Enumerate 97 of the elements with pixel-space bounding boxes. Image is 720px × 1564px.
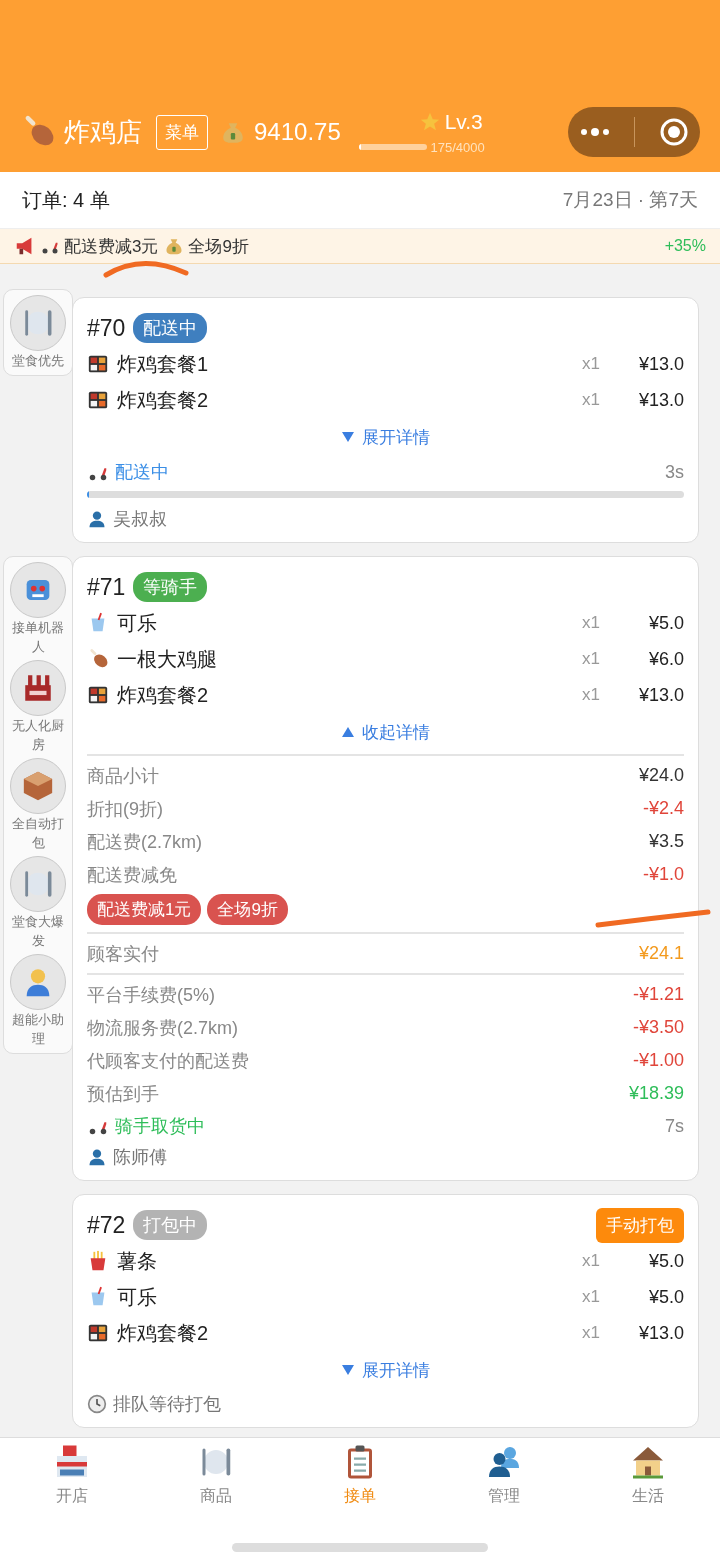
people-icon	[486, 1444, 522, 1480]
tool-button[interactable]: 超能小助理	[5, 952, 71, 1050]
order-number: #70	[87, 314, 126, 342]
item-price: ¥5.0	[647, 612, 684, 634]
fee-value: ¥18.39	[628, 1083, 684, 1104]
fee-value: -¥1.00	[632, 1050, 684, 1071]
bento-box-icon	[87, 1322, 109, 1344]
nav-tab[interactable]: 开店	[0, 1438, 144, 1520]
fee-label: 物流服务费(2.7km)	[87, 1016, 238, 1040]
promo-text: 配送费减3元	[64, 235, 159, 258]
item-quantity: x1	[581, 390, 600, 410]
fee-value: ¥3.5	[648, 831, 684, 852]
item-name: 炸鸡套餐2	[117, 682, 210, 708]
fee-label: 配送费(2.7km)	[87, 830, 202, 854]
more-icon[interactable]	[580, 127, 611, 137]
item-quantity: x1	[581, 1287, 600, 1307]
rider-name: 陈师傅	[113, 1146, 167, 1169]
tool-button[interactable]: 全自动打包	[5, 756, 71, 854]
shop-name: 炸鸡店	[64, 115, 142, 149]
item-quantity: x1	[581, 1251, 600, 1271]
rider-name: 吴叔叔	[113, 508, 167, 531]
caret-icon	[341, 1365, 354, 1375]
item-price: ¥5.0	[647, 1286, 684, 1308]
item-price: ¥13.0	[637, 1322, 684, 1344]
tool-button[interactable]: 堂食大爆发	[5, 854, 71, 952]
promo-text: 全场9折	[188, 235, 249, 258]
bento-box-icon	[87, 389, 109, 411]
item-name: 炸鸡套餐1	[117, 351, 210, 377]
money-amount: 9410.75	[254, 118, 341, 146]
item-name: 薯条	[117, 1248, 158, 1274]
bonus-rate: +35%	[664, 237, 706, 255]
fee-value: ¥24.0	[638, 765, 684, 786]
xp-count: 175/4000	[430, 139, 485, 155]
game-date: 7月23日 · 第7天	[562, 188, 698, 212]
item-quantity: x1	[581, 649, 600, 669]
fee-value: ¥24.1	[638, 943, 684, 964]
nav-tab[interactable]: 管理	[432, 1438, 576, 1520]
promo-tag: 全场9折	[207, 893, 288, 925]
fee-label: 预估到手	[87, 1082, 159, 1106]
fee-label: 平台手续费(5%)	[87, 983, 215, 1007]
person-icon	[87, 509, 107, 529]
fee-value: -¥1.21	[632, 984, 684, 1005]
fee-value: -¥1.0	[642, 864, 684, 885]
elapsed-time: 7s	[665, 1115, 684, 1137]
item-name: 炸鸡套餐2	[117, 1320, 210, 1346]
bento-box-icon	[87, 353, 109, 375]
nav-tab[interactable]: 接单	[288, 1438, 432, 1520]
order-number: #72	[87, 1211, 126, 1239]
status-badge: 打包中	[133, 1210, 208, 1240]
details-toggle[interactable]: 展开详情	[341, 418, 430, 456]
details-toggle[interactable]: 展开详情	[341, 1351, 430, 1389]
fee-label: 配送费减免	[87, 863, 177, 887]
fee-value: -¥2.4	[642, 798, 684, 819]
elapsed-time: 3s	[665, 461, 684, 483]
details-toggle[interactable]: 收起详情	[341, 713, 430, 751]
item-price: ¥13.0	[637, 353, 684, 375]
item-quantity: x1	[581, 685, 600, 705]
fee-label: 商品小计	[87, 764, 159, 788]
delivery-status: 配送中	[115, 461, 169, 484]
fee-label: 顾客实付	[87, 942, 159, 966]
item-price: ¥5.0	[647, 1250, 684, 1272]
tool-button[interactable]: 接单机器人	[5, 560, 71, 658]
caret-icon	[341, 727, 354, 737]
item-quantity: x1	[581, 1323, 600, 1343]
order-number: #71	[87, 573, 126, 601]
nav-tab[interactable]: 生活	[576, 1438, 720, 1520]
nav-tab[interactable]: 商品	[144, 1438, 288, 1520]
item-quantity: x1	[581, 613, 600, 633]
pack-button[interactable]: 手动打包	[596, 1207, 684, 1243]
queue-status: 排队等待打包	[113, 1393, 221, 1416]
item-name: 炸鸡套餐2	[117, 387, 210, 413]
clock-icon	[87, 1394, 107, 1414]
level-label: Lv.3	[444, 109, 483, 134]
item-name: 一根大鸡腿	[117, 646, 218, 672]
box-icon	[21, 769, 55, 803]
order-count: 订单: 4 单	[22, 187, 110, 213]
store-icon	[54, 1444, 90, 1480]
item-name: 可乐	[117, 1284, 158, 1310]
person-icon	[87, 1147, 107, 1167]
item-price: ¥6.0	[647, 648, 684, 670]
status-badge: 配送中	[133, 313, 208, 343]
delivery-status: 骑手取货中	[115, 1115, 205, 1138]
drumstick-icon	[87, 648, 109, 670]
item-name: 可乐	[117, 610, 158, 636]
status-badge: 等骑手	[133, 572, 208, 602]
promo-tag: 配送费减1元	[87, 893, 202, 925]
fee-value: -¥3.50	[632, 1017, 684, 1038]
item-price: ¥13.0	[637, 684, 684, 706]
close-icon[interactable]	[659, 118, 688, 146]
item-quantity: x1	[581, 354, 600, 374]
fee-label: 代顾客支付的配送费	[87, 1049, 249, 1073]
fee-label: 折扣(9折)	[87, 797, 163, 821]
bento-box-icon	[87, 684, 109, 706]
house-icon	[630, 1444, 666, 1480]
tool-button[interactable]: 无人化厨房	[5, 658, 71, 756]
item-price: ¥13.0	[637, 389, 684, 411]
caret-icon	[341, 432, 354, 442]
